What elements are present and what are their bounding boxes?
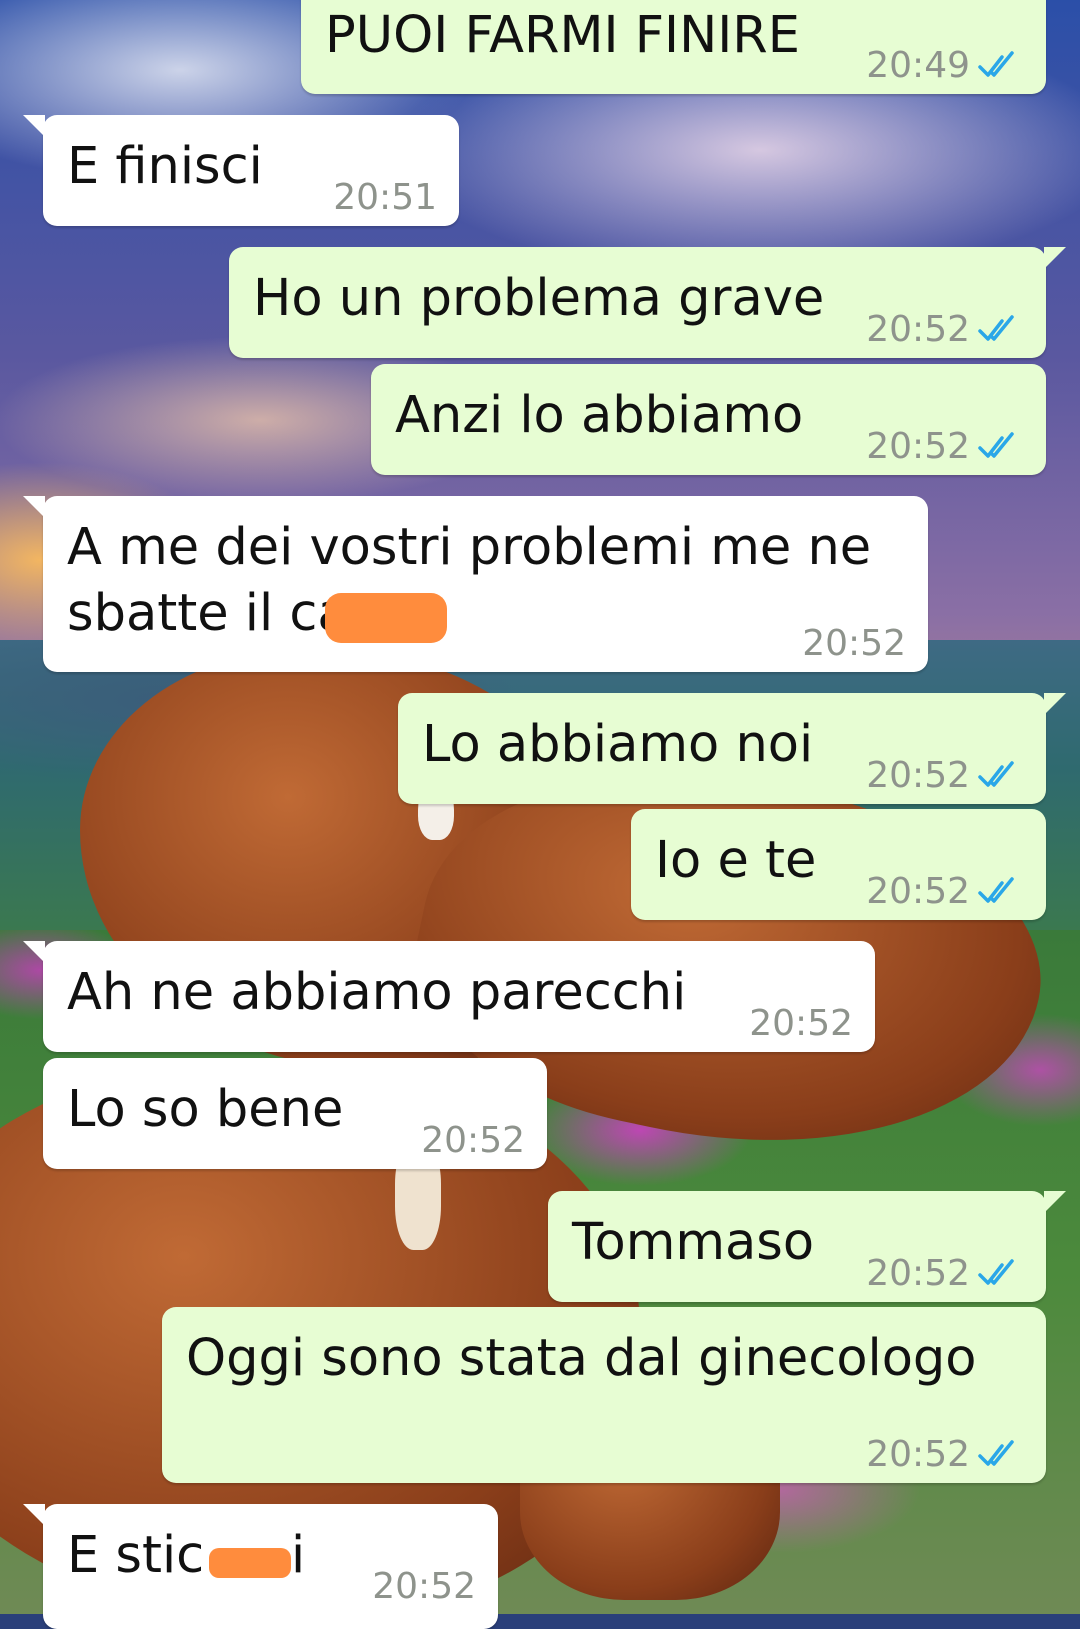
message-text-line-1: A me dei vostri problemi me ne <box>67 518 872 577</box>
message-time: 20:52 <box>866 1434 970 1475</box>
message-time: 20:49 <box>866 45 970 86</box>
message-time: 20:52 <box>866 755 970 796</box>
message-text: Lo abbiamo noi <box>422 715 814 774</box>
message-time: 20:52 <box>866 309 970 350</box>
message-time: 20:52 <box>749 1003 853 1044</box>
redaction-block <box>209 1548 291 1578</box>
message-text: Oggi sono stata dal ginecologo <box>186 1329 977 1388</box>
message-text: E finisci <box>67 137 263 196</box>
message-time: 20:52 <box>372 1566 476 1607</box>
message-meta: 20:52 <box>866 755 1024 796</box>
message-time: 20:52 <box>866 1253 970 1294</box>
message-bubble-incoming[interactable]: E finisci 20:51 <box>23 115 459 226</box>
message-text: Lo so bene <box>67 1080 344 1139</box>
double-check-read-icon <box>978 50 1024 77</box>
message-meta: 20:52 <box>866 309 1024 350</box>
message-text-line-2: sbatte il ca <box>67 584 349 643</box>
message-meta: 20:49 <box>866 45 1024 86</box>
message-text: E stic <box>67 1526 205 1585</box>
message-text: Ho un problema grave <box>253 269 825 328</box>
message-text: PUOI FARMI FINIRE <box>325 6 800 65</box>
message-bubble-outgoing[interactable]: PUOI FARMI FINIRE 20:49 <box>301 0 1046 94</box>
message-time: 20:52 <box>866 426 970 467</box>
message-time: 20:52 <box>421 1120 525 1161</box>
double-check-read-icon <box>978 1258 1024 1285</box>
message-bubble-outgoing[interactable]: Lo abbiamo noi 20:52 <box>398 693 1066 804</box>
message-meta: 20:52 <box>866 1434 1024 1475</box>
message-text: Io e te <box>655 831 817 890</box>
message-bubble-outgoing[interactable]: Anzi lo abbiamo 20:52 <box>371 364 1046 475</box>
message-bubble-incoming[interactable]: E stic i 20:52 <box>23 1504 498 1629</box>
message-bubble-incoming[interactable]: Lo so bene 20:52 <box>43 1058 547 1169</box>
message-meta: 20:51 <box>333 177 437 218</box>
message-meta: 20:52 <box>802 623 906 664</box>
message-bubble-outgoing[interactable]: Ho un problema grave 20:52 <box>229 247 1066 358</box>
message-bubble-outgoing[interactable]: Io e te 20:52 <box>631 809 1046 920</box>
message-bubble-outgoing[interactable]: Oggi sono stata dal ginecologo 20:52 <box>162 1307 1046 1483</box>
message-text: Anzi lo abbiamo <box>395 386 804 445</box>
message-bubble-incoming[interactable]: Ah ne abbiamo parecchi 20:52 <box>23 941 875 1052</box>
double-check-read-icon <box>978 876 1024 903</box>
double-check-read-icon <box>978 431 1024 458</box>
double-check-read-icon <box>978 314 1024 341</box>
message-meta: 20:52 <box>749 1003 853 1044</box>
message-bubble-incoming[interactable]: A me dei vostri problemi me ne sbatte il… <box>23 496 928 672</box>
message-meta: 20:52 <box>866 426 1024 467</box>
message-meta: 20:52 <box>372 1566 476 1607</box>
message-text-tail: i <box>291 1526 306 1585</box>
redaction-block <box>325 593 447 643</box>
message-text: Tommaso <box>572 1213 815 1272</box>
message-time: 20:51 <box>333 177 437 218</box>
message-time: 20:52 <box>802 623 906 664</box>
message-text: Ah ne abbiamo parecchi <box>67 963 687 1022</box>
message-meta: 20:52 <box>866 871 1024 912</box>
message-time: 20:52 <box>866 871 970 912</box>
double-check-read-icon <box>978 1439 1024 1466</box>
double-check-read-icon <box>978 760 1024 787</box>
message-meta: 20:52 <box>866 1253 1024 1294</box>
message-meta: 20:52 <box>421 1120 525 1161</box>
message-bubble-outgoing[interactable]: Tommaso 20:52 <box>548 1191 1066 1302</box>
